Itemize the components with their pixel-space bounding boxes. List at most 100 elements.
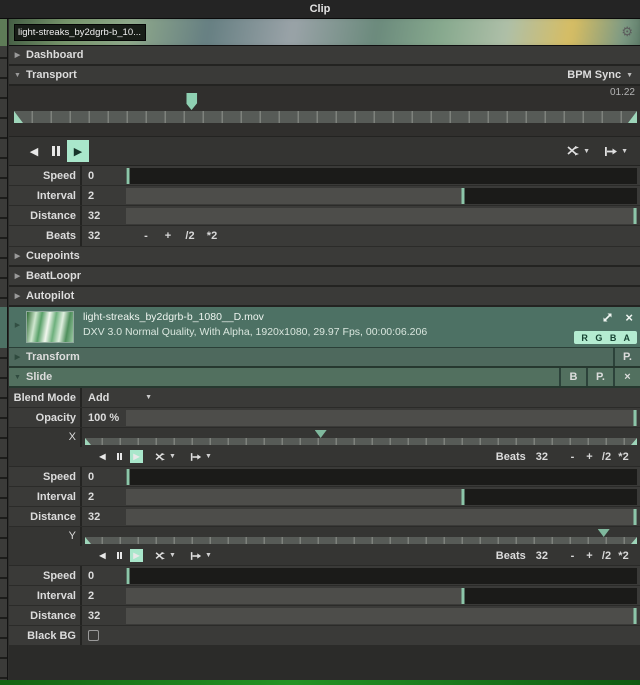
- beats-halve-button[interactable]: /2: [598, 451, 615, 463]
- loop-end-marker[interactable]: [631, 537, 637, 544]
- beats-decrement-button[interactable]: -: [564, 550, 581, 562]
- param-value[interactable]: 32: [80, 606, 126, 625]
- slider-handle[interactable]: [633, 509, 636, 525]
- expand-icon[interactable]: [602, 312, 613, 323]
- gear-icon[interactable]: ⚙: [621, 24, 633, 39]
- shuffle-icon: [567, 146, 580, 156]
- param-value[interactable]: 32: [80, 507, 126, 526]
- beats-value[interactable]: 32: [536, 550, 548, 562]
- beats-halve-button[interactable]: /2: [598, 550, 615, 562]
- section-header-transform[interactable]: ▶ Transform P.: [9, 348, 640, 368]
- slider-handle[interactable]: [633, 608, 636, 624]
- bpm-sync-dropdown[interactable]: BPM Sync ▼: [567, 69, 633, 81]
- playmode-random-dropdown[interactable]: ▼: [567, 146, 590, 156]
- black-bg-checkbox[interactable]: [88, 630, 99, 641]
- playdirection-dropdown[interactable]: ▼: [190, 552, 212, 560]
- slider-handle[interactable]: [462, 588, 465, 604]
- play-backwards-button[interactable]: ◀: [96, 450, 109, 463]
- param-label: Y: [9, 527, 80, 546]
- beat-ruler[interactable]: [14, 111, 637, 123]
- beats-increment-button[interactable]: +: [581, 451, 598, 463]
- speed-slider[interactable]: [126, 469, 637, 485]
- transform-params-button[interactable]: P.: [613, 348, 640, 366]
- speed-slider[interactable]: [126, 568, 637, 584]
- param-value[interactable]: 32: [80, 206, 126, 225]
- beats-double-button[interactable]: *2: [202, 230, 222, 242]
- playmode-random-dropdown[interactable]: ▼: [155, 552, 176, 560]
- slider-handle[interactable]: [127, 568, 130, 584]
- slider-handle[interactable]: [462, 188, 465, 204]
- play-button[interactable]: ▶: [67, 140, 89, 162]
- slider-handle[interactable]: [633, 410, 636, 426]
- playmode-random-dropdown[interactable]: ▼: [155, 453, 176, 461]
- pause-button[interactable]: [45, 140, 67, 162]
- beats-double-button[interactable]: *2: [615, 550, 632, 562]
- interval-slider[interactable]: [126, 188, 637, 204]
- play-backwards-button[interactable]: ◀: [96, 549, 109, 562]
- param-row-interval: Interval 2: [9, 186, 640, 206]
- slider-handle[interactable]: [633, 208, 636, 224]
- loop-start-marker[interactable]: [14, 111, 23, 123]
- loop-end-marker[interactable]: [631, 438, 637, 445]
- param-value[interactable]: 2: [80, 487, 126, 506]
- param-value[interactable]: 0: [80, 166, 126, 185]
- section-header-transport[interactable]: ▼ Transport BPM Sync ▼: [9, 66, 640, 86]
- y-timeline[interactable]: [80, 527, 637, 546]
- beats-increment-button[interactable]: +: [158, 230, 178, 242]
- slide-close-button[interactable]: ×: [613, 368, 640, 386]
- beats-double-button[interactable]: *2: [615, 451, 632, 463]
- section-header-cuepoints[interactable]: ▶ Cuepoints: [9, 247, 640, 267]
- playdirection-dropdown[interactable]: ▼: [604, 147, 628, 156]
- slider-handle[interactable]: [127, 469, 130, 485]
- loop-end-marker[interactable]: [628, 111, 637, 123]
- blend-mode-dropdown[interactable]: Add ▼: [80, 388, 160, 407]
- close-icon[interactable]: ×: [625, 312, 633, 323]
- interval-slider[interactable]: [126, 588, 637, 604]
- distance-slider[interactable]: [126, 608, 637, 624]
- playdirection-dropdown[interactable]: ▼: [190, 453, 212, 461]
- beats-halve-button[interactable]: /2: [180, 230, 200, 242]
- section-header-beatloopr[interactable]: ▶ BeatLoopr: [9, 267, 640, 287]
- speed-slider[interactable]: [126, 168, 637, 184]
- param-value[interactable]: 2: [80, 586, 126, 605]
- param-value[interactable]: 32: [80, 226, 126, 246]
- clip-name-chip[interactable]: light-streaks_by2dgrb-b_10...: [14, 24, 146, 41]
- slider-handle[interactable]: [462, 489, 465, 505]
- pause-button[interactable]: [113, 549, 126, 562]
- distance-slider[interactable]: [126, 208, 637, 224]
- playhead-marker[interactable]: [186, 93, 197, 110]
- slide-params-button[interactable]: P.: [586, 368, 613, 386]
- playhead-marker[interactable]: [315, 430, 327, 438]
- pause-button[interactable]: [113, 450, 126, 463]
- section-header-autopilot[interactable]: ▶ Autopilot: [9, 287, 640, 307]
- clip-banner[interactable]: light-streaks_by2dgrb-b_10... ⚙: [9, 19, 640, 46]
- param-value[interactable]: 0: [80, 566, 126, 585]
- section-header-slide[interactable]: ▼ Slide B P. ×: [9, 368, 640, 388]
- slide-bypass-button[interactable]: B: [559, 368, 586, 386]
- source-file-row[interactable]: ▶ light-streaks_by2dgrb-b_1080__D.mov DX…: [9, 307, 640, 348]
- param-value[interactable]: 100 %: [80, 408, 126, 427]
- loop-start-marker[interactable]: [85, 438, 91, 445]
- timeline-lane[interactable]: [14, 93, 637, 123]
- param-value[interactable]: 2: [80, 186, 126, 205]
- beats-increment-button[interactable]: +: [581, 550, 598, 562]
- beat-ruler[interactable]: [85, 537, 637, 544]
- play-backwards-button[interactable]: ◀: [23, 140, 45, 162]
- interval-slider[interactable]: [126, 489, 637, 505]
- play-button[interactable]: ▶: [130, 450, 143, 463]
- param-value[interactable]: 0: [80, 467, 126, 486]
- rgba-channel-toggles[interactable]: R G B A: [574, 331, 637, 344]
- playhead-marker[interactable]: [598, 529, 610, 537]
- loop-start-marker[interactable]: [85, 537, 91, 544]
- beats-decrement-button[interactable]: -: [564, 451, 581, 463]
- play-button[interactable]: ▶: [130, 549, 143, 562]
- opacity-slider[interactable]: [126, 410, 637, 426]
- transport-timeline[interactable]: 01.22: [9, 86, 640, 137]
- distance-slider[interactable]: [126, 509, 637, 525]
- slider-handle[interactable]: [127, 168, 130, 184]
- section-header-dashboard[interactable]: ▶ Dashboard: [9, 46, 640, 66]
- beats-value[interactable]: 32: [536, 451, 548, 463]
- x-timeline[interactable]: [80, 428, 637, 447]
- beat-ruler[interactable]: [85, 438, 637, 445]
- beats-decrement-button[interactable]: -: [136, 230, 156, 242]
